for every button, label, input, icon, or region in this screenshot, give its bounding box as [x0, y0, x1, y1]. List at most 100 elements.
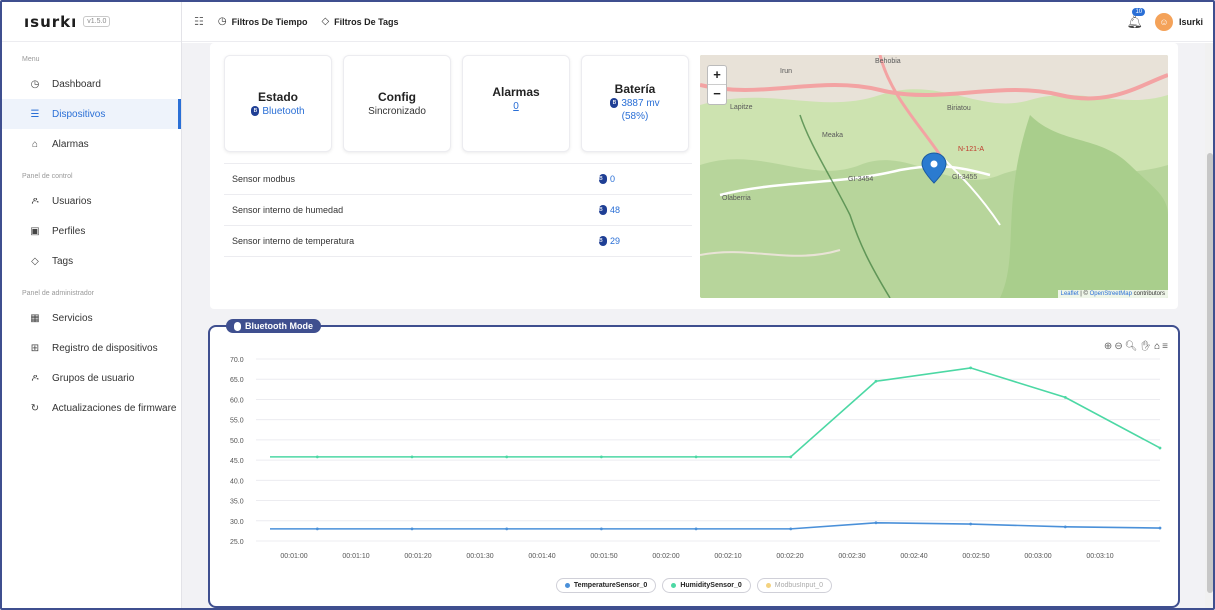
section-admin: Panel de administrador — [22, 290, 94, 297]
register-icon: ⊞ — [30, 342, 40, 354]
x-tick-label: 00:01:20 — [404, 553, 431, 560]
section-menu: Menu — [22, 56, 40, 63]
bateria-percent: (58%) — [621, 111, 649, 122]
data-point-HumiditySensor_0 — [315, 455, 319, 459]
time-filter-button[interactable]: ◷ Filtros De Tiempo — [218, 16, 308, 27]
avatar[interactable]: ☺ — [1154, 12, 1173, 31]
x-tick-label: 00:01:50 — [590, 553, 617, 560]
sidebar-item-label: Perfiles — [52, 225, 86, 237]
tag-icon: ◇ — [321, 16, 330, 27]
x-tick-label: 00:02:00 — [652, 553, 679, 560]
profile-icon: ▣ — [30, 225, 40, 237]
topbar: ☷ ◷ Filtros De Tiempo ◇ Filtros De Tags … — [182, 2, 1213, 42]
sidebar-item-firmware[interactable]: ↻ Actualizaciones de firmware — [2, 393, 181, 423]
sidebar-item-usuarios[interactable]: ዶ Usuarios — [2, 186, 181, 216]
x-tick-label: 00:02:10 — [714, 553, 741, 560]
sensor-icon: ʙ — [599, 174, 607, 185]
leaflet-link[interactable]: Leaflet — [1061, 291, 1079, 297]
x-tick-label: 00:02:40 — [900, 553, 927, 560]
y-tick-label: 50.0 — [230, 438, 244, 445]
chart-legend: TemperatureSensor_0 HumiditySensor_0 Mod… — [210, 578, 1178, 593]
sidebar-item-label: Dashboard — [52, 78, 101, 90]
sidebar-item-label: Actualizaciones de firmware — [52, 402, 177, 414]
map-label-olaberria: Olaberria — [722, 195, 751, 202]
data-point-TemperatureSensor_0 — [694, 527, 698, 531]
map-zoom-in-button[interactable]: + — [708, 66, 726, 85]
list-icon: ☰ — [30, 108, 40, 120]
sidebar-item-label: Servicios — [52, 312, 93, 324]
legend-swatch — [564, 583, 570, 588]
sidebar-item-tags[interactable]: ◇ Tags — [2, 246, 181, 276]
alarmas-value[interactable]: 0 — [463, 101, 569, 112]
config-card: Config Sincronizado — [343, 55, 451, 152]
map-label-behobia: Behobia — [875, 58, 901, 65]
sidebar-item-grupos[interactable]: ዶ Grupos de usuario — [2, 363, 181, 393]
data-point-TemperatureSensor_0 — [789, 527, 793, 531]
legend-item-temperature[interactable]: TemperatureSensor_0 — [555, 578, 657, 593]
map-zoom-out-button[interactable]: − — [708, 85, 726, 104]
sensor-value: ʙ 48 — [599, 204, 621, 216]
sidebar-item-servicios[interactable]: ▦ Servicios — [2, 303, 181, 333]
main-content: Estado ʙ Bluetooth Config Sincronizado Al… — [182, 43, 1213, 608]
sidebar-item-alarmas[interactable]: ⌂ Alarmas — [2, 129, 181, 159]
x-tick-label: 00:01:40 — [528, 553, 555, 560]
config-title: Config — [378, 90, 416, 104]
map-label-road-gi3455: GI-3455 — [952, 174, 977, 181]
series-line-TemperatureSensor_0 — [270, 521, 1161, 530]
sidebar-item-perfiles[interactable]: ▣ Perfiles — [2, 216, 181, 246]
bateria-value: ʙ 3887 mv — [582, 98, 688, 109]
data-point-TemperatureSensor_0 — [599, 527, 603, 531]
sidebar-item-dispositivos[interactable]: ☰ Dispositivos — [2, 99, 181, 129]
data-point-HumiditySensor_0 — [505, 455, 509, 459]
estado-card: Estado ʙ Bluetooth — [224, 55, 332, 152]
sensor-name: Sensor modbus — [232, 174, 296, 184]
app-logo[interactable]: ısurkı — [24, 13, 77, 31]
device-summary-card: Estado ʙ Bluetooth Config Sincronizado Al… — [210, 43, 1178, 309]
alarmas-title: Alarmas — [492, 85, 540, 99]
legend-swatch — [765, 583, 771, 588]
line-chart: 70.0 65.0 60.0 55.0 50.0 45.0 40.0 35.0 30.0 25.0… — [230, 357, 1162, 560]
time-filter-label: Filtros De Tiempo — [231, 16, 308, 27]
group-icon: ዶ — [31, 372, 39, 384]
osm-link[interactable]: OpenStreetMap — [1090, 291, 1132, 297]
x-tick-label: 00:03:00 — [1024, 553, 1051, 560]
map-label-meaka: Meaka — [822, 132, 843, 139]
map-zoom-control: + − — [707, 65, 727, 105]
sidebar-item-label: Grupos de usuario — [52, 372, 135, 384]
map-tiles[interactable]: Irun Behobia Lapitze Meaka Olaberria Bir… — [700, 55, 1168, 298]
sensor-icon: ʙ — [599, 205, 607, 216]
sidebar-item-label: Dispositivos — [52, 108, 106, 120]
chart-card: Bluetooth Mode ⊕⊖🔍︎✋︎⌂≡ 70.0 65.0 60.0 55.0… — [208, 319, 1180, 608]
app-frame: ısurkı v1.5.0 Menu ◷ Dashboard ☰ Disposi… — [0, 0, 1215, 610]
tag-filter-button[interactable]: ◇ Filtros De Tags — [321, 16, 398, 27]
data-point-TemperatureSensor_0 — [505, 527, 509, 531]
legend-item-modbus[interactable]: ModbusInput_0 — [756, 578, 833, 593]
sensor-name: Sensor interno de temperatura — [232, 236, 355, 246]
data-point-HumiditySensor_0 — [874, 379, 878, 383]
device-map[interactable]: Irun Behobia Lapitze Meaka Olaberria Bir… — [700, 55, 1168, 298]
data-point-TemperatureSensor_0 — [1158, 526, 1162, 530]
x-tick-label: 00:01:30 — [466, 553, 493, 560]
sidebar-toggle-icon[interactable]: ☷ — [194, 15, 204, 28]
data-point-HumiditySensor_0 — [410, 455, 414, 459]
user-name[interactable]: Isurki — [1179, 17, 1203, 27]
x-tick-label: 00:01:10 — [342, 553, 369, 560]
map-attribution: Leaflet | © OpenStreetMap contributors — [1057, 290, 1168, 298]
notifications-button[interactable]: 🔔︎ 10 — [1126, 7, 1146, 30]
sidebar-item-label: Usuarios — [52, 195, 92, 207]
map-label-irun: Irun — [780, 68, 792, 75]
y-tick-label: 40.0 — [230, 478, 244, 485]
data-point-HumiditySensor_0 — [1063, 396, 1067, 399]
legend-swatch — [671, 583, 677, 588]
sidebar-item-registro[interactable]: ⊞ Registro de dispositivos — [2, 333, 181, 363]
scrollbar[interactable] — [1205, 43, 1213, 608]
legend-item-humidity[interactable]: HumiditySensor_0 — [662, 578, 751, 593]
tag-icon: ◇ — [31, 255, 39, 267]
bell-icon: 🔔︎ — [1126, 13, 1143, 29]
user-icon: ዶ — [31, 195, 39, 207]
sidebar-item-dashboard[interactable]: ◷ Dashboard — [2, 69, 181, 99]
data-point-TemperatureSensor_0 — [315, 527, 319, 531]
y-tick-label: 45.0 — [230, 458, 244, 465]
scrollbar-thumb[interactable] — [1207, 153, 1213, 593]
x-tick-label: 00:02:20 — [776, 553, 803, 560]
